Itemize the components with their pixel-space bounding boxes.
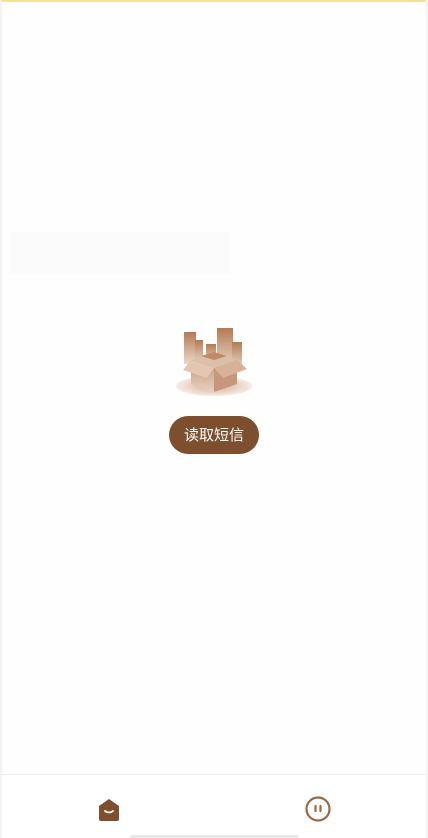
empty-state: 读取短信 [2, 322, 426, 454]
empty-box-city-icon [176, 328, 252, 396]
tab-profile[interactable] [304, 795, 332, 823]
app-screen: 读取短信 [0, 0, 428, 838]
tab-home[interactable] [95, 795, 123, 823]
placeholder-block [10, 232, 230, 274]
profile-face-icon [305, 796, 331, 822]
home-icon [99, 799, 119, 821]
top-accent-bar [2, 0, 426, 2]
read-sms-button[interactable]: 读取短信 [168, 416, 259, 454]
bottom-tab-bar [2, 774, 426, 838]
